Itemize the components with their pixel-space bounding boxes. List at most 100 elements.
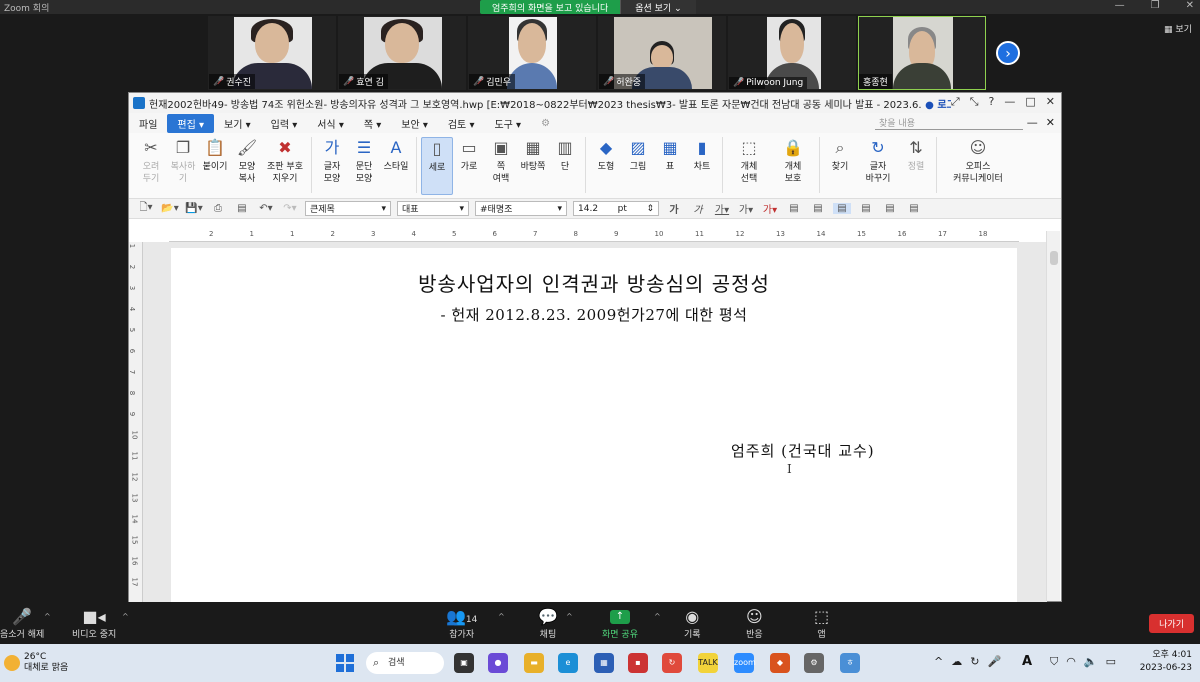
close-icon[interactable]: ✕ bbox=[1186, 0, 1194, 11]
preview-icon[interactable]: ▤ bbox=[233, 203, 251, 214]
unmute-button[interactable]: 🎤 음소거 해제 bbox=[0, 607, 44, 640]
menu-page[interactable]: 쪽 ▾ bbox=[354, 116, 391, 131]
ribbon-scissors-button[interactable]: ✂ 오려 두기 bbox=[135, 137, 167, 185]
participants-chevron-icon[interactable]: ^ bbox=[498, 612, 505, 621]
maximize-icon[interactable]: □ bbox=[1025, 95, 1035, 109]
ribbon-find-button[interactable]: ⌕ 찾기 bbox=[824, 137, 856, 173]
view-mode-button[interactable]: ▦ 보기 bbox=[1164, 22, 1192, 35]
menu-review[interactable]: 검토 ▾ bbox=[438, 116, 485, 131]
align-right-icon[interactable]: ▤ bbox=[857, 203, 875, 214]
ribbon-landscape-button[interactable]: ▭ 가로 bbox=[453, 137, 485, 173]
participant-tile[interactable]: 🎤̸ 허완중 bbox=[598, 16, 726, 90]
wifi-icon[interactable]: ◠ bbox=[1066, 655, 1076, 669]
ribbon-clear-marks-button[interactable]: ✖ 조판 부호 지우기 bbox=[263, 137, 307, 185]
help-icon[interactable]: ? bbox=[989, 95, 995, 109]
edge-browser-icon[interactable]: e bbox=[558, 653, 578, 673]
menu-edit[interactable]: 편집 ▾ bbox=[167, 113, 215, 133]
menu-file[interactable]: 파일 bbox=[129, 116, 167, 131]
vertical-ruler[interactable]: 1 2 3 4 5 6 7 8 9 10 11 12 13 14 15 16 17 bbox=[128, 242, 143, 602]
apps-button[interactable]: ⬚ 앱 bbox=[814, 607, 829, 640]
ribbon-format-painter-button[interactable]: 🖌 모양 복사 bbox=[231, 137, 263, 185]
align-split-icon[interactable]: ▤ bbox=[905, 203, 923, 214]
ribbon-table-button[interactable]: ▦ 표 bbox=[654, 137, 686, 173]
font-size-input[interactable]: 14.2 pt ⇕ bbox=[573, 201, 659, 216]
audio-options-chevron-icon[interactable]: ^ bbox=[44, 612, 51, 621]
view-options-button[interactable]: 옵션 보기 ⌄ bbox=[620, 0, 696, 14]
chat-chevron-icon[interactable]: ^ bbox=[566, 612, 573, 621]
document-author[interactable]: 엄주희 (건국대 교수) bbox=[731, 440, 875, 461]
participant-tile[interactable]: 🎤̸ 김민우 bbox=[468, 16, 596, 90]
font-select[interactable]: #태명조 ▾ bbox=[475, 201, 567, 216]
input-language-indicator[interactable]: A bbox=[1022, 654, 1032, 669]
ribbon-select-object-button[interactable]: ⬚ 개체 선택 bbox=[727, 137, 771, 185]
ribbon-master-page-button[interactable]: ▦ 바탕쪽 bbox=[517, 137, 549, 173]
app-sync-icon[interactable]: ↻ bbox=[662, 653, 682, 673]
hwp-app-icon[interactable]: ㅎ bbox=[840, 653, 860, 673]
fullscreen-icon[interactable]: ⤢ bbox=[951, 95, 960, 109]
style-select[interactable]: 큰제목 ▾ bbox=[305, 201, 391, 216]
ribbon-copy-button[interactable]: ❐ 복사하기 bbox=[167, 137, 199, 185]
print-icon[interactable]: ⎙ bbox=[209, 203, 227, 214]
vertical-scrollbar[interactable] bbox=[1046, 231, 1060, 601]
volume-muted-icon[interactable]: 🔈 bbox=[1084, 655, 1098, 669]
microphone-icon[interactable]: 🎤 bbox=[987, 655, 1001, 668]
settings-gear-icon[interactable]: ⚙ bbox=[804, 653, 824, 673]
strike-icon[interactable]: 가▾ bbox=[737, 201, 755, 216]
next-page-chevron-icon[interactable]: › bbox=[996, 41, 1020, 65]
undo-icon[interactable]: ↶▾ bbox=[257, 203, 275, 214]
menu-insert[interactable]: 입력 ▾ bbox=[261, 116, 308, 131]
ribbon-shape-button[interactable]: ◆ 도형 bbox=[590, 137, 622, 173]
align-justify-icon[interactable]: ▤ bbox=[785, 203, 803, 214]
minimize-icon[interactable]: — bbox=[1004, 95, 1015, 109]
participant-tile[interactable]: 🎤̸ 권수진 bbox=[208, 16, 336, 90]
menu-format[interactable]: 서식 ▾ bbox=[307, 116, 354, 131]
ribbon-paste-button[interactable]: 📋 붙이기 bbox=[199, 137, 231, 173]
menu-view[interactable]: 보기 ▾ bbox=[214, 116, 261, 131]
weather-widget[interactable]: 26°C 대체로 맑음 bbox=[4, 652, 68, 674]
shield-icon[interactable]: ⛉ bbox=[1050, 655, 1058, 669]
share-screen-button[interactable]: ↑ 화면 공유 bbox=[602, 607, 638, 640]
minimize-icon[interactable]: — bbox=[1115, 0, 1125, 11]
horizontal-ruler[interactable]: 2 1 1 2 3 4 5 6 7 8 9 10 11 12 13 14 15 16 17 18 bbox=[169, 230, 1019, 242]
chat-button[interactable]: 💬 채팅 bbox=[538, 607, 558, 640]
doc-minimize-icon[interactable]: — bbox=[1027, 116, 1038, 129]
ribbon-columns-button[interactable]: ▥ 단 bbox=[549, 137, 581, 173]
align-left-icon[interactable]: ▤ bbox=[809, 203, 827, 214]
zoom-app-icon[interactable]: zoom bbox=[734, 653, 756, 673]
stop-video-button[interactable]: ■◂ 비디오 중지 bbox=[72, 607, 116, 640]
scrollbar-thumb[interactable] bbox=[1050, 251, 1058, 265]
bold-icon[interactable]: 가 bbox=[665, 201, 683, 216]
teams-chat-icon[interactable]: ● bbox=[488, 653, 508, 673]
office-app-icon[interactable]: ◆ bbox=[770, 653, 790, 673]
cloud-icon[interactable]: ☁ bbox=[951, 655, 962, 668]
clock[interactable]: 오후 4:01 2023-06-23 bbox=[1140, 649, 1192, 675]
new-doc-icon[interactable]: 🗋▾ bbox=[137, 200, 155, 217]
kakaotalk-icon[interactable]: TALK bbox=[698, 653, 718, 673]
ribbon-picture-button[interactable]: ▨ 그림 bbox=[622, 137, 654, 173]
close-icon[interactable]: ✕ bbox=[1046, 95, 1055, 109]
document-title[interactable]: 방송사업자의 인격권과 방송심의 공정성 bbox=[171, 268, 1017, 297]
document-area[interactable]: 방송사업자의 인격권과 방송심의 공정성 - 헌재 2012.8.23. 200… bbox=[143, 242, 1047, 602]
document-page[interactable]: 방송사업자의 인격권과 방송심의 공정성 - 헌재 2012.8.23. 200… bbox=[171, 248, 1017, 602]
app-red-icon[interactable]: ▪ bbox=[628, 653, 648, 673]
reactions-button[interactable]: ☺ 반응 bbox=[746, 607, 763, 640]
ms-store-icon[interactable]: ▦ bbox=[594, 653, 614, 673]
file-explorer-icon[interactable]: ▬ bbox=[524, 653, 544, 673]
doc-close-icon[interactable]: ✕ bbox=[1046, 116, 1055, 129]
italic-icon[interactable]: 가 bbox=[689, 201, 707, 216]
align-center-icon[interactable]: ▤ bbox=[833, 203, 851, 214]
ribbon-sort-button[interactable]: ⇅ 정렬 bbox=[900, 137, 932, 173]
sync-icon[interactable]: ↻ bbox=[970, 655, 979, 668]
menu-tools[interactable]: 도구 ▾ bbox=[484, 116, 531, 131]
video-options-chevron-icon[interactable]: ^ bbox=[122, 612, 129, 621]
ribbon-char-shape-button[interactable]: 가 글자 모양 bbox=[316, 137, 348, 185]
align-distribute-icon[interactable]: ▤ bbox=[881, 203, 899, 214]
restore-icon[interactable]: ⤡ bbox=[970, 95, 979, 109]
ribbon-protect-object-button[interactable]: 🔒 개체 보호 bbox=[771, 137, 815, 185]
redo-icon[interactable]: ↷▾ bbox=[281, 203, 299, 214]
participant-tile[interactable]: 🎤̸ 효연 김 bbox=[338, 16, 466, 90]
ribbon-paragraph-shape-button[interactable]: ☰ 문단 모양 bbox=[348, 137, 380, 185]
document-subtitle[interactable]: - 헌재 2012.8.23. 2009헌가27에 대한 평석 bbox=[171, 304, 1017, 325]
ribbon-margin-button[interactable]: ▣ 쪽 여백 bbox=[485, 137, 517, 185]
start-windows-icon[interactable] bbox=[336, 654, 354, 672]
